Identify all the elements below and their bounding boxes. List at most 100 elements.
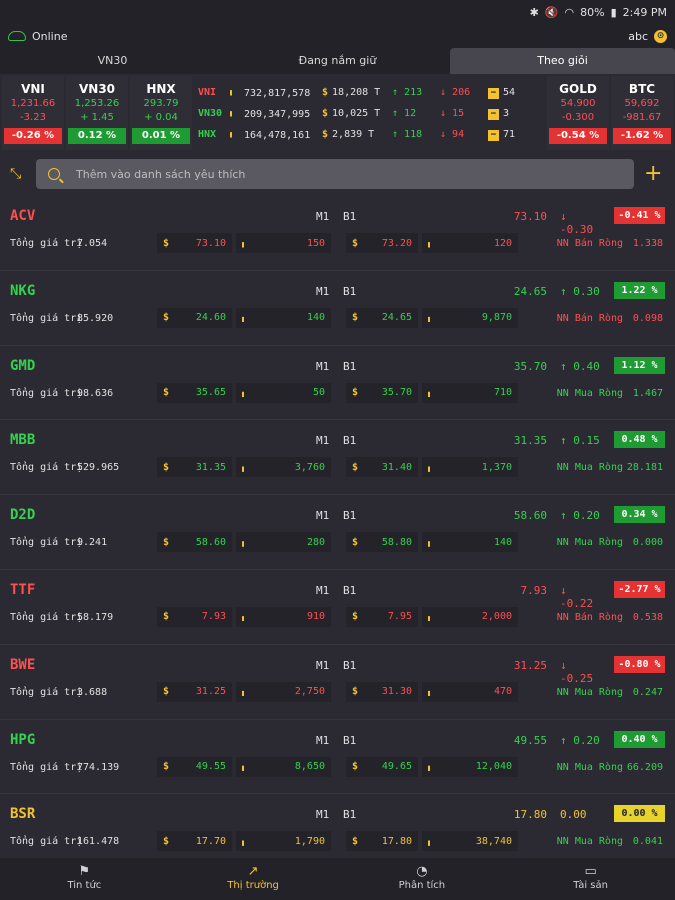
index-card-vn30[interactable]: VN30 1,253.26 + 1.45 0.12 % [66,76,128,150]
m1-price-cell: $49.55 [157,756,232,777]
stock-list[interactable]: ACV M1 B1 73.10 ↓ -0.30 -0.41 % Tổng giá trị 7.… [0,196,675,856]
unchanged-icon: − [488,129,499,141]
index-card-gold[interactable]: GOLD 54.900 -0.300 -0.54 % [547,76,609,150]
index-change: -3.23 [20,112,46,123]
stock-row[interactable]: ACV M1 B1 73.10 ↓ -0.30 -0.41 % Tổng giá trị 7.… [0,196,675,271]
stock-symbol[interactable]: MBB [10,432,35,448]
m1-price-cell: $31.25 [157,681,232,702]
dollar-icon: $ [163,835,170,847]
volume-icon [242,836,250,846]
index-card-vni[interactable]: VNI 1,231.66 -3.23 -0.26 % [2,76,64,150]
b1-volume-cell: 120 [422,233,518,253]
index-trade-value: 2,839 T [332,129,375,140]
dollar-icon: $ [322,108,329,119]
index-pct-badge: 0.12 % [68,128,126,144]
m1-volume-cell: 140 [236,307,331,328]
b1-volume: 710 [493,387,512,399]
search-input[interactable] [76,167,576,181]
volume-icon [242,612,250,622]
b1-price-cell: $31.30 [346,681,418,702]
arrow-down-icon: ↓ [440,87,453,98]
nav-analysis[interactable]: ◔ Phân tích [338,858,507,900]
tab-holding[interactable]: Đang nắm giữ [225,48,450,74]
total-value: 7.054 [77,238,108,249]
b1-price-cell: $49.65 [346,756,418,777]
flag-icon: ⚑ [78,864,91,879]
add-icon[interactable]: + [644,163,662,185]
tab-vn30[interactable]: VN30 [0,48,225,74]
index-pct-badge: -0.54 % [549,128,607,144]
index-value: 54.900 [560,98,596,109]
stock-change: -0.30 [560,223,594,236]
b1-volume-cell: 710 [422,382,518,403]
user-icon[interactable]: ⊙ [654,29,667,43]
stock-pct-badge: -0.80 % [614,655,665,673]
stock-row[interactable]: HPG M1 B1 49.55 ↑ 0.20 0.40 % Tổng giá trị 774.… [0,720,675,795]
m1-volume: 2,750 [294,686,325,698]
dollar-icon: $ [352,536,359,548]
m1-volume-cell: 1,790 [236,831,331,852]
b1-volume-cell: 1,370 [422,457,518,478]
m1-volume-cell: 3,760 [236,457,331,478]
stock-row[interactable]: D2D M1 B1 58.60 ↑ 0.20 0.34 % Tổng giá trị 9.24… [0,495,675,570]
nav-market[interactable]: ↗ Thị trường [169,858,338,900]
stock-price: 31.35 [513,434,547,448]
m1-volume: 1,790 [294,835,325,847]
stock-symbol[interactable]: BSR [10,806,35,822]
b1-volume-cell: 12,040 [422,756,518,777]
volume-icon [428,836,436,846]
nav-assets[interactable]: ▭ Tài sản [506,858,675,900]
stock-symbol[interactable]: ACV [10,208,35,224]
foreign-net-value: 0.041 [632,836,663,848]
index-pct-badge: -1.62 % [613,128,671,144]
foreign-net-label: NN Mua Ròng [556,387,623,399]
dollar-icon: $ [352,611,359,623]
b1-volume-cell: 140 [422,532,518,553]
stock-row[interactable]: BWE M1 B1 31.25 ↓ -0.25 -0.80 % Tổng giá trị 3.… [0,645,675,720]
stock-pct-badge: 0.40 % [614,730,665,748]
foreign-net-label: NN Mua Ròng [556,761,623,773]
m1-price-cell: $24.60 [157,307,232,328]
index-strip: VNI 1,231.66 -3.23 -0.26 % VN30 1,253.26… [0,76,675,150]
m1-label: M1 [316,210,330,223]
total-value-label: Tổng giá trị [10,836,83,848]
stock-symbol[interactable]: NKG [10,283,35,299]
stock-row[interactable]: MBB M1 B1 31.35 ↑ 0.15 0.48 % Tổng giá trị 529.… [0,420,675,496]
foreign-net-value: 0.538 [632,611,663,623]
stock-row[interactable]: NKG M1 B1 24.65 ↑ 0.30 1.22 % Tổng giá trị 85.9… [0,271,675,346]
stock-row[interactable]: BSR M1 B1 17.80 0.00 0.00 % Tổng giá trị 161.4… [0,794,675,856]
total-value-label: Tổng giá trị [10,761,83,773]
tab-watching[interactable]: Theo giỏi [450,48,675,74]
stock-symbol[interactable]: TTF [10,582,35,598]
m1-volume: 150 [306,237,325,249]
stock-change: -0.25 [560,671,594,685]
stock-symbol[interactable]: GMD [10,358,35,374]
collapse-icon[interactable]: ⤡ [10,167,24,181]
stock-symbol[interactable]: D2D [10,507,35,523]
decliners: 94 [452,129,465,140]
search-box[interactable] [36,159,634,189]
b1-volume: 470 [493,686,512,698]
total-value-label: Tổng giá trị [10,686,83,698]
nav-news[interactable]: ⚑ Tin tức [0,858,169,900]
volume-icon [242,687,250,697]
m1-price-cell: $58.60 [157,532,232,553]
search-icon [48,168,60,180]
stock-row[interactable]: GMD M1 B1 35.70 ↑ 0.40 1.12 % Tổng giá trị 98.6… [0,346,675,421]
stock-row[interactable]: TTF M1 B1 7.93 ↓ -0.22 -2.77 % Tổng giá trị 58.… [0,570,675,645]
index-card-hnx[interactable]: HNX 293.79 + 0.04 0.01 % [130,76,192,150]
stock-symbol[interactable]: BWE [10,657,35,673]
user-account[interactable]: abc ⊙ [628,29,667,43]
m1-price-cell: $73.10 [157,233,232,253]
b1-price: 24.65 [381,312,412,324]
arrow-down-icon: ↓ [560,210,567,223]
index-card-btc[interactable]: BTC 59,692 -981.67 -1.62 % [611,76,673,150]
b1-price-cell: $31.40 [346,457,418,478]
watchlist-tabs: VN30 Đang nắm giữ Theo giỏi [0,48,675,74]
stock-symbol[interactable]: HPG [10,732,35,748]
stock-price: 35.70 [513,359,547,373]
b1-label: B1 [343,658,357,672]
m1-label: M1 [316,808,330,822]
total-value: 529.965 [77,462,120,474]
mute-icon: 🔇 [544,5,559,19]
